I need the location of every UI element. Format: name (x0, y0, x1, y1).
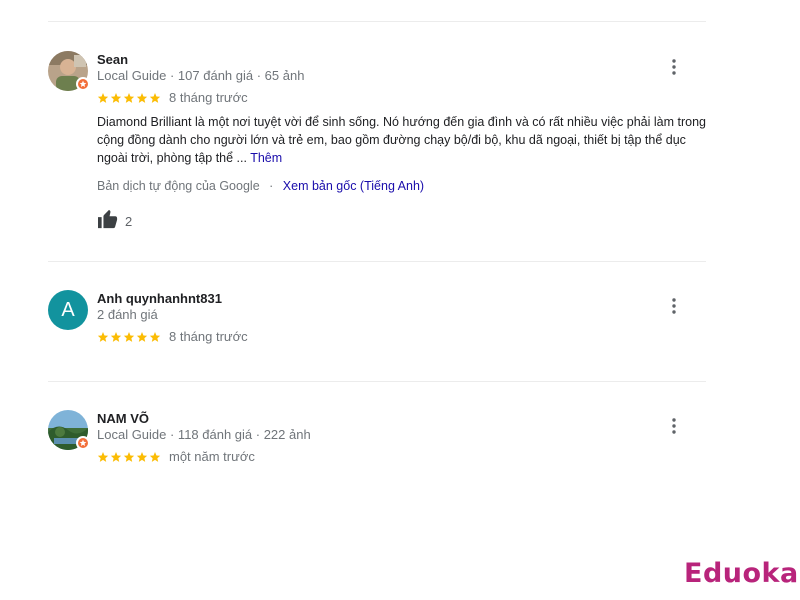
review-card-sean: Sean Local Guide · 107 đánh giá · 65 ảnh… (48, 51, 708, 241)
view-original-link[interactable]: Xem bản gốc (Tiếng Anh) (283, 179, 424, 193)
translation-row: Bản dịch tự động của Google · Xem bản gố… (97, 179, 424, 193)
star-rating (97, 92, 161, 104)
review-text-content: Diamond Brilliant là một nơi tuyệt vời đ… (97, 115, 706, 165)
star-icon (97, 331, 109, 342)
review-time: 8 tháng trước (169, 90, 248, 105)
star-icon (149, 451, 161, 462)
star-icon (123, 331, 135, 342)
star-rating (97, 331, 161, 343)
more-options-button[interactable] (664, 57, 684, 77)
brand-logo: Eduoka (684, 558, 799, 589)
translation-separator: · (269, 179, 274, 193)
rating-row: 8 tháng trước (97, 329, 248, 344)
reviewer-name[interactable]: Sean (97, 52, 128, 67)
review-time: 8 tháng trước (169, 329, 248, 344)
reviewer-meta: Local Guide · 107 đánh giá · 65 ảnh (97, 68, 305, 83)
reviewer-name[interactable]: NAM VÕ (97, 411, 149, 426)
more-options-button[interactable] (664, 416, 684, 436)
star-rating (97, 451, 161, 463)
star-icon (110, 451, 122, 462)
translation-note: Bản dịch tự động của Google (97, 179, 260, 193)
like-row: 2 (97, 209, 132, 234)
star-icon (110, 331, 122, 342)
more-vert-icon (672, 59, 676, 75)
star-icon (149, 331, 161, 342)
rating-row: 8 tháng trước (97, 90, 248, 105)
local-guide-badge-icon (76, 77, 90, 91)
review-time: một năm trước (169, 449, 255, 464)
divider-2 (48, 381, 706, 382)
star-icon (136, 92, 148, 103)
more-link[interactable]: Thêm (250, 151, 282, 165)
more-vert-icon (672, 418, 676, 434)
reviewer-meta: Local Guide · 118 đánh giá · 222 ảnh (97, 427, 311, 442)
star-icon (110, 92, 122, 103)
thumb-up-icon[interactable] (97, 209, 119, 234)
review-card-anh: A Anh quynhanhnt831 2 đánh giá 8 tháng t… (48, 290, 708, 360)
star-icon (136, 451, 148, 462)
avatar-anh[interactable]: A (48, 290, 88, 330)
star-icon (123, 451, 135, 462)
review-card-nam: NAM VÕ Local Guide · 118 đánh giá · 222 … (48, 410, 708, 480)
star-icon (149, 92, 161, 103)
more-options-button[interactable] (664, 296, 684, 316)
star-icon (123, 92, 135, 103)
more-vert-icon (672, 298, 676, 314)
review-text: Diamond Brilliant là một nơi tuyệt vời đ… (97, 113, 709, 167)
divider-1 (48, 261, 706, 262)
star-icon (136, 331, 148, 342)
rating-row: một năm trước (97, 449, 255, 464)
star-icon (97, 451, 109, 462)
like-count: 2 (125, 214, 133, 229)
star-icon (97, 92, 109, 103)
local-guide-badge-icon (76, 436, 90, 450)
divider-top (48, 21, 706, 22)
reviewer-name[interactable]: Anh quynhanhnt831 (97, 291, 222, 306)
reviewer-meta: 2 đánh giá (97, 307, 158, 322)
